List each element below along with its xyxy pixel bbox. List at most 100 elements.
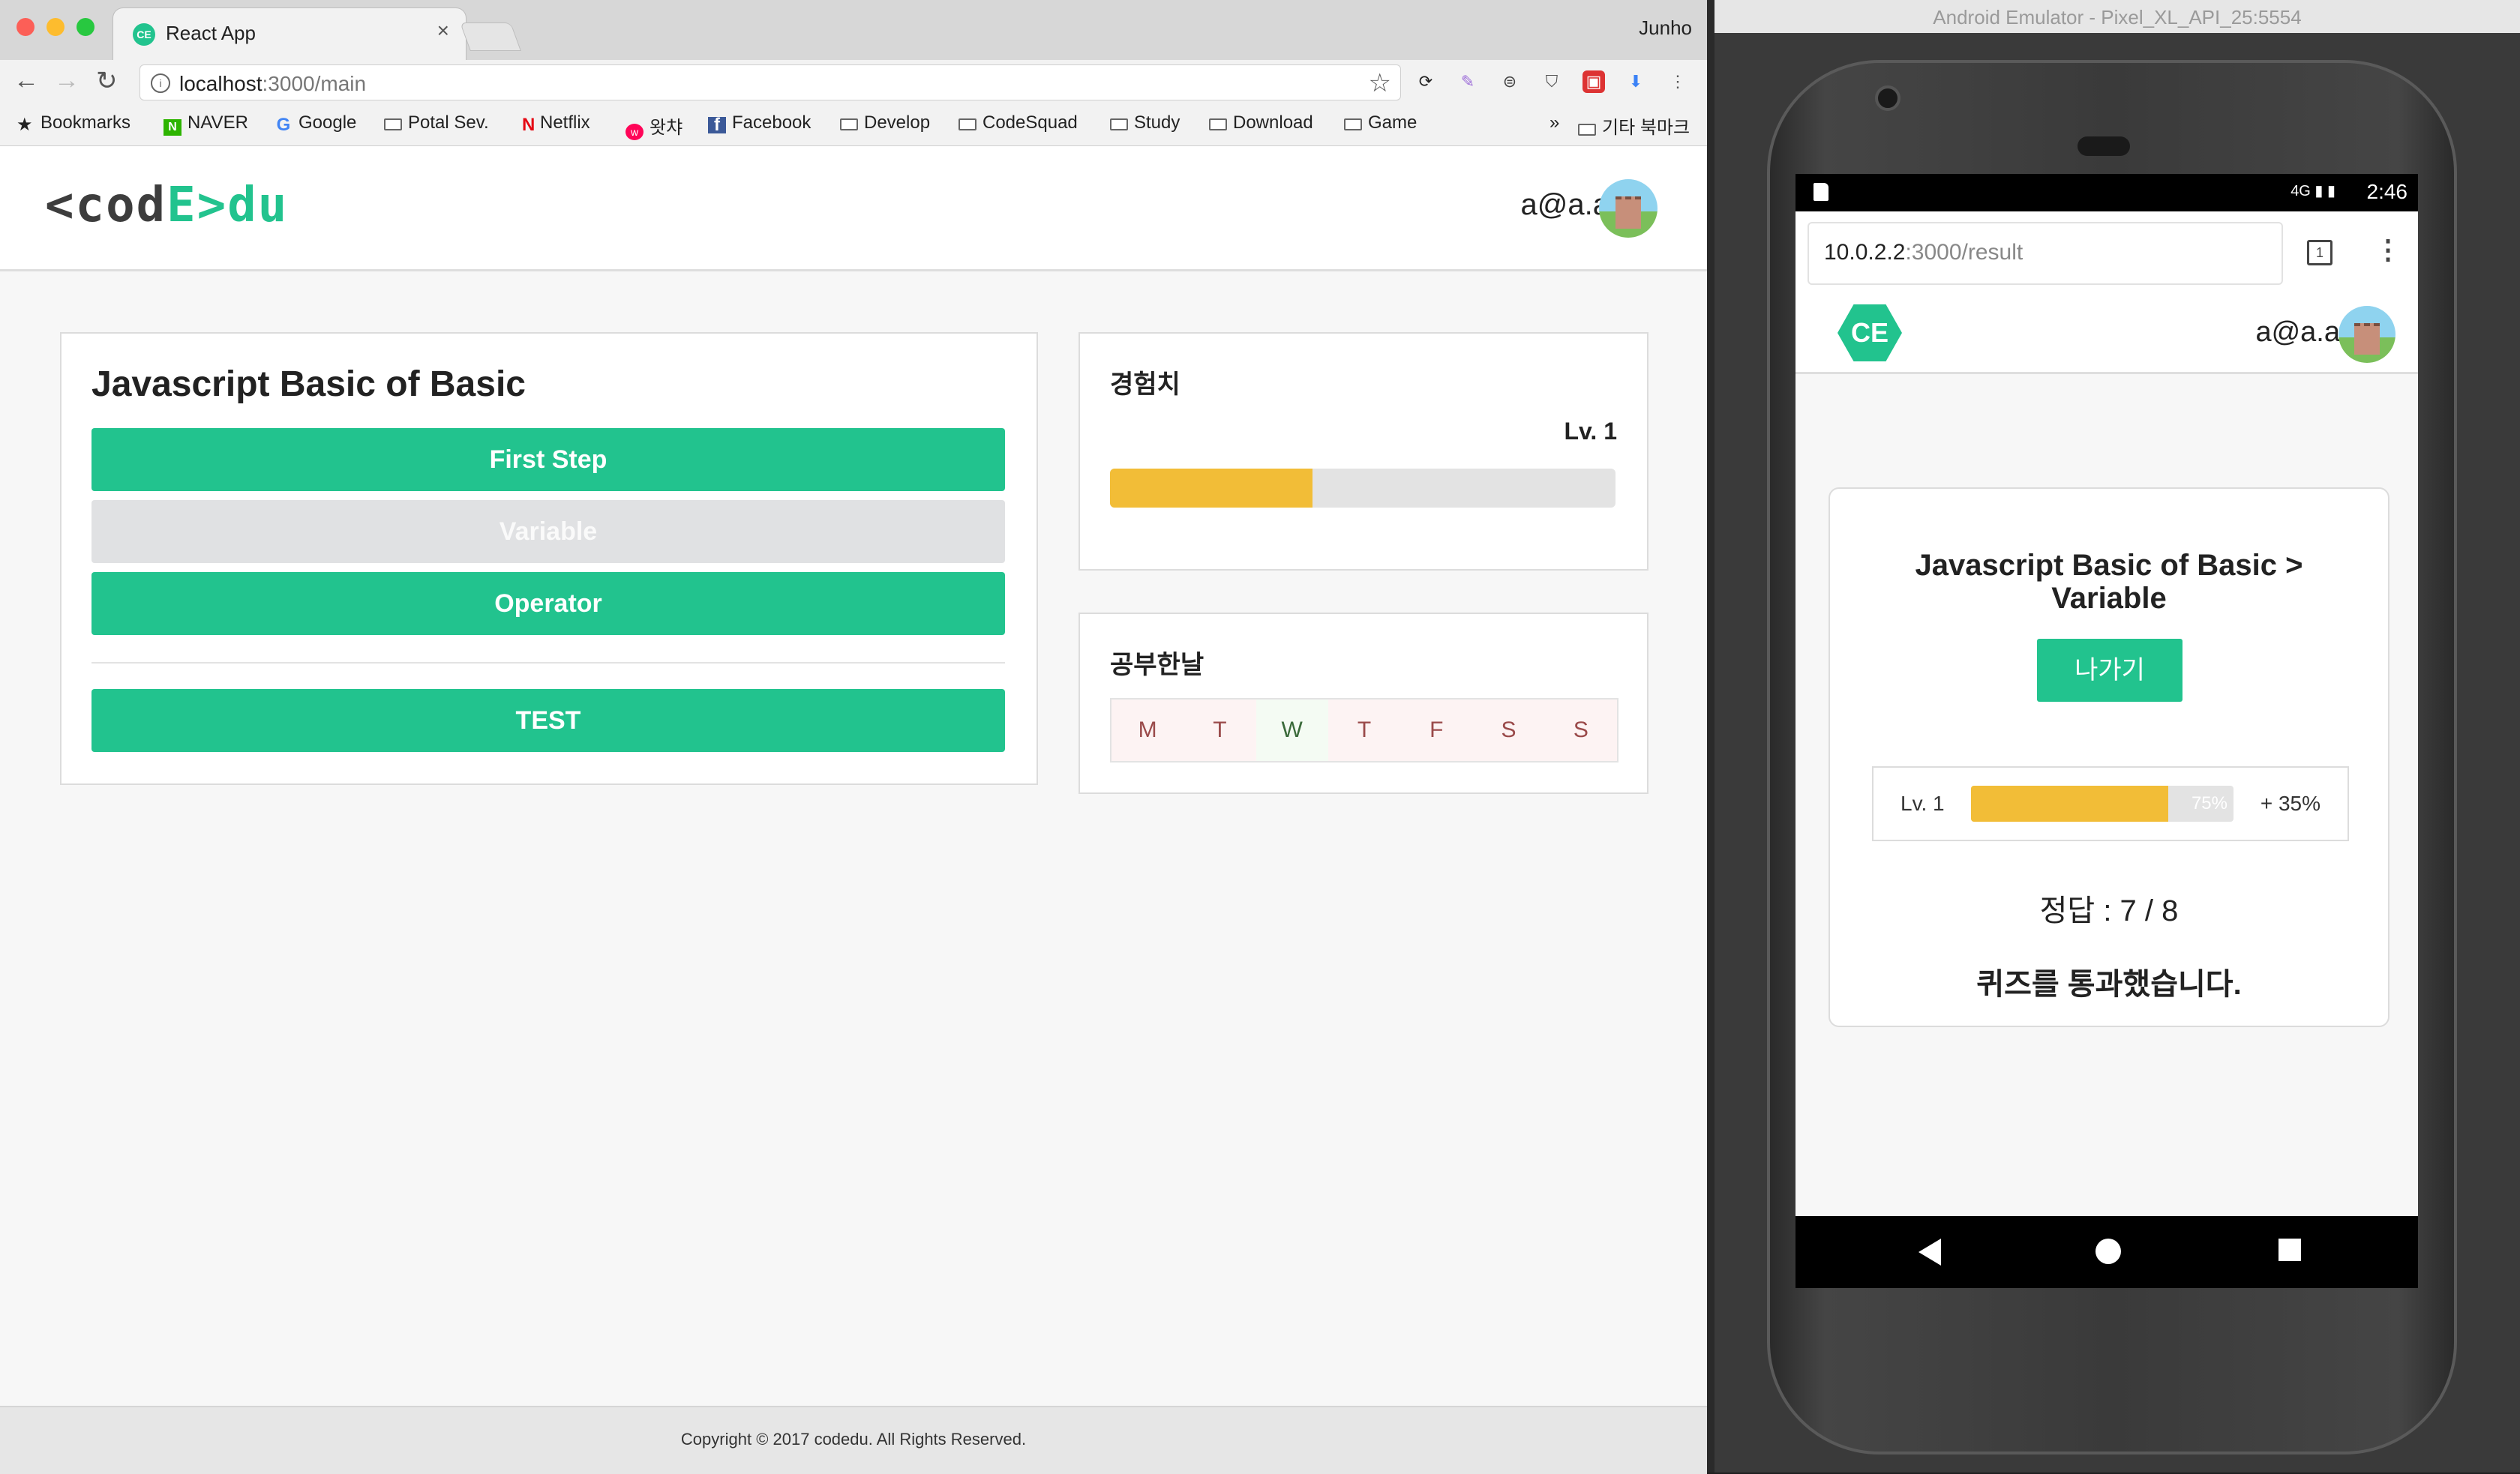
experience-level: Lv. 1 bbox=[1564, 418, 1617, 445]
day-monday: M bbox=[1112, 700, 1184, 761]
download-extension-icon[interactable]: ⬇ bbox=[1624, 70, 1647, 93]
forward-arrow-icon[interactable]: → bbox=[54, 66, 80, 95]
bookmark-star-icon[interactable]: ☆ bbox=[1369, 68, 1391, 98]
mobile-url-text[interactable]: 10.0.2.2:3000/result bbox=[1824, 240, 2023, 265]
info-icon[interactable]: i bbox=[151, 73, 170, 93]
profile-name[interactable]: Junho bbox=[1639, 16, 1692, 40]
day-wednesday: W bbox=[1256, 700, 1328, 761]
folder-icon bbox=[384, 118, 402, 130]
bookmark-netflix[interactable]: N Netflix bbox=[522, 112, 590, 135]
tab-react-app[interactable]: CE React App × bbox=[112, 7, 466, 61]
tab-switcher-icon[interactable]: 1 bbox=[2307, 240, 2332, 265]
day-thursday: T bbox=[1328, 700, 1401, 761]
experience-progress-fill bbox=[1110, 469, 1312, 508]
google-icon: G bbox=[276, 115, 291, 135]
emulator-title: Android Emulator - Pixel_XL_API_25:5554 bbox=[1933, 6, 2302, 28]
footer: Copyright © 2017 codedu. All Rights Rese… bbox=[0, 1406, 1707, 1474]
bookmark-watcha[interactable]: w 왓챠 bbox=[626, 112, 682, 140]
bookmark-naver[interactable]: N NAVER bbox=[164, 112, 248, 136]
browser-toolbar: ← → ↻ i localhost:3000/main ☆ ⟳ ✎ ⊜ ⛉ ▣ … bbox=[0, 60, 1707, 103]
tab-close-icon[interactable]: × bbox=[437, 19, 449, 43]
close-window-button[interactable] bbox=[16, 18, 34, 36]
circle-extension-icon[interactable]: ⊜ bbox=[1498, 70, 1521, 93]
bookmarks-overflow-button[interactable]: » bbox=[1550, 112, 1559, 133]
step-first-step-button[interactable]: First Step bbox=[92, 428, 1005, 491]
sd-card-icon bbox=[1814, 183, 1828, 201]
result-progress-fill bbox=[1971, 786, 2168, 822]
experience-progress-bar bbox=[1110, 469, 1616, 508]
bookmark-facebook[interactable]: f Facebook bbox=[708, 112, 811, 134]
sync-extension-icon[interactable]: ⟳ bbox=[1414, 70, 1437, 93]
window-gap bbox=[1707, 0, 1714, 1473]
bookmark-game[interactable]: Game bbox=[1344, 112, 1417, 133]
mobile-address-bar[interactable]: 10.0.2.2:3000/result bbox=[1808, 222, 2283, 285]
recents-square-icon[interactable] bbox=[2278, 1239, 2301, 1261]
bookmark-potal-sev[interactable]: Potal Sev. bbox=[384, 112, 489, 133]
folder-icon bbox=[840, 118, 858, 130]
signal-battery-icons: 4G ▮ ▮ bbox=[2290, 183, 2336, 199]
menu-kebab-icon[interactable]: ⋮ bbox=[1666, 70, 1689, 93]
result-message: 퀴즈를 통과했습니다. bbox=[1976, 968, 2242, 1001]
result-progress-bar: 75% bbox=[1971, 786, 2234, 822]
mobile-browser-toolbar: 10.0.2.2:3000/result 1 ⋮ bbox=[1796, 211, 2418, 294]
address-bar[interactable]: i localhost:3000/main ☆ bbox=[140, 64, 1401, 100]
step-operator-button[interactable]: Operator bbox=[92, 572, 1005, 635]
tab-strip: CE React App × Junho bbox=[0, 0, 1707, 61]
codedu-logo[interactable]: <codE>du bbox=[45, 178, 288, 233]
back-arrow-icon[interactable]: ← bbox=[14, 66, 39, 95]
other-bookmarks[interactable]: 기타 북마크 bbox=[1578, 112, 1690, 139]
camera-icon bbox=[1875, 85, 1900, 111]
course-card: Javascript Basic of Basic First Step Var… bbox=[60, 332, 1038, 785]
new-tab-button[interactable] bbox=[460, 22, 521, 51]
user-email[interactable]: a@a.a bbox=[1521, 188, 1610, 222]
copyright-text: Copyright © 2017 codedu. All Rights Rese… bbox=[680, 1430, 1027, 1449]
experience-title: 경험치 bbox=[1110, 370, 1180, 399]
study-days-title: 공부한날 bbox=[1110, 651, 1204, 679]
shield-extension-icon[interactable]: ⛉ bbox=[1540, 70, 1563, 93]
reload-icon[interactable]: ↻ bbox=[96, 66, 118, 96]
bookmark-download[interactable]: Download bbox=[1209, 112, 1313, 133]
week-row: M T W T F S S bbox=[1110, 698, 1618, 762]
facebook-icon: f bbox=[708, 116, 726, 134]
bookmark-codesquad[interactable]: CodeSquad bbox=[958, 112, 1078, 133]
android-nav-bar bbox=[1796, 1216, 2418, 1288]
app-header: <codE>du a@a.a bbox=[0, 146, 1707, 271]
avatar[interactable] bbox=[1599, 179, 1658, 238]
tab-title: React App bbox=[166, 22, 256, 44]
folder-icon bbox=[958, 118, 976, 130]
folder-icon bbox=[1344, 118, 1362, 130]
result-progress-label: 75% bbox=[2191, 793, 2228, 813]
home-circle-icon[interactable] bbox=[2096, 1239, 2121, 1264]
mobile-menu-kebab-icon[interactable]: ⋮ bbox=[2374, 234, 2402, 265]
experience-card: 경험치 Lv. 1 bbox=[1078, 332, 1648, 571]
avatar[interactable] bbox=[2338, 306, 2396, 363]
red-extension-icon[interactable]: ▣ bbox=[1582, 70, 1605, 93]
back-triangle-icon[interactable] bbox=[1918, 1239, 1941, 1266]
test-button[interactable]: TEST bbox=[92, 689, 1005, 752]
result-score: 정답 : 7 / 8 bbox=[2039, 894, 2179, 927]
course-title: Javascript Basic of Basic bbox=[92, 364, 526, 404]
day-sunday: S bbox=[1544, 700, 1617, 761]
day-tuesday: T bbox=[1184, 700, 1256, 761]
folder-icon bbox=[1578, 124, 1596, 136]
day-saturday: S bbox=[1472, 700, 1545, 761]
url-text[interactable]: localhost:3000/main bbox=[179, 72, 366, 96]
bookmark-bookmarks[interactable]: ★ Bookmarks bbox=[16, 112, 130, 134]
android-status-bar: 4G ▮ ▮ 2:46 bbox=[1796, 174, 2418, 211]
bookmark-study[interactable]: Study bbox=[1110, 112, 1180, 133]
study-days-card: 공부한날 M T W T F S S bbox=[1078, 613, 1648, 794]
bookmark-develop[interactable]: Develop bbox=[840, 112, 930, 133]
bookmark-google[interactable]: G Google bbox=[274, 112, 357, 135]
mobile-user-email[interactable]: a@a.a bbox=[2255, 316, 2340, 349]
watcha-icon: w bbox=[626, 124, 644, 140]
codedu-logo-icon[interactable]: CE bbox=[1838, 304, 1902, 361]
exit-button[interactable]: 나가기 bbox=[2037, 639, 2182, 702]
folder-icon bbox=[1110, 118, 1128, 130]
pen-extension-icon[interactable]: ✎ bbox=[1456, 70, 1479, 93]
maximize-window-button[interactable] bbox=[76, 18, 94, 36]
result-title: Javascript Basic of Basic > Variable bbox=[1915, 549, 2303, 615]
speaker-grille bbox=[2078, 136, 2130, 156]
step-variable-button[interactable]: Variable bbox=[92, 500, 1005, 563]
divider bbox=[92, 662, 1005, 664]
minimize-window-button[interactable] bbox=[46, 18, 64, 36]
